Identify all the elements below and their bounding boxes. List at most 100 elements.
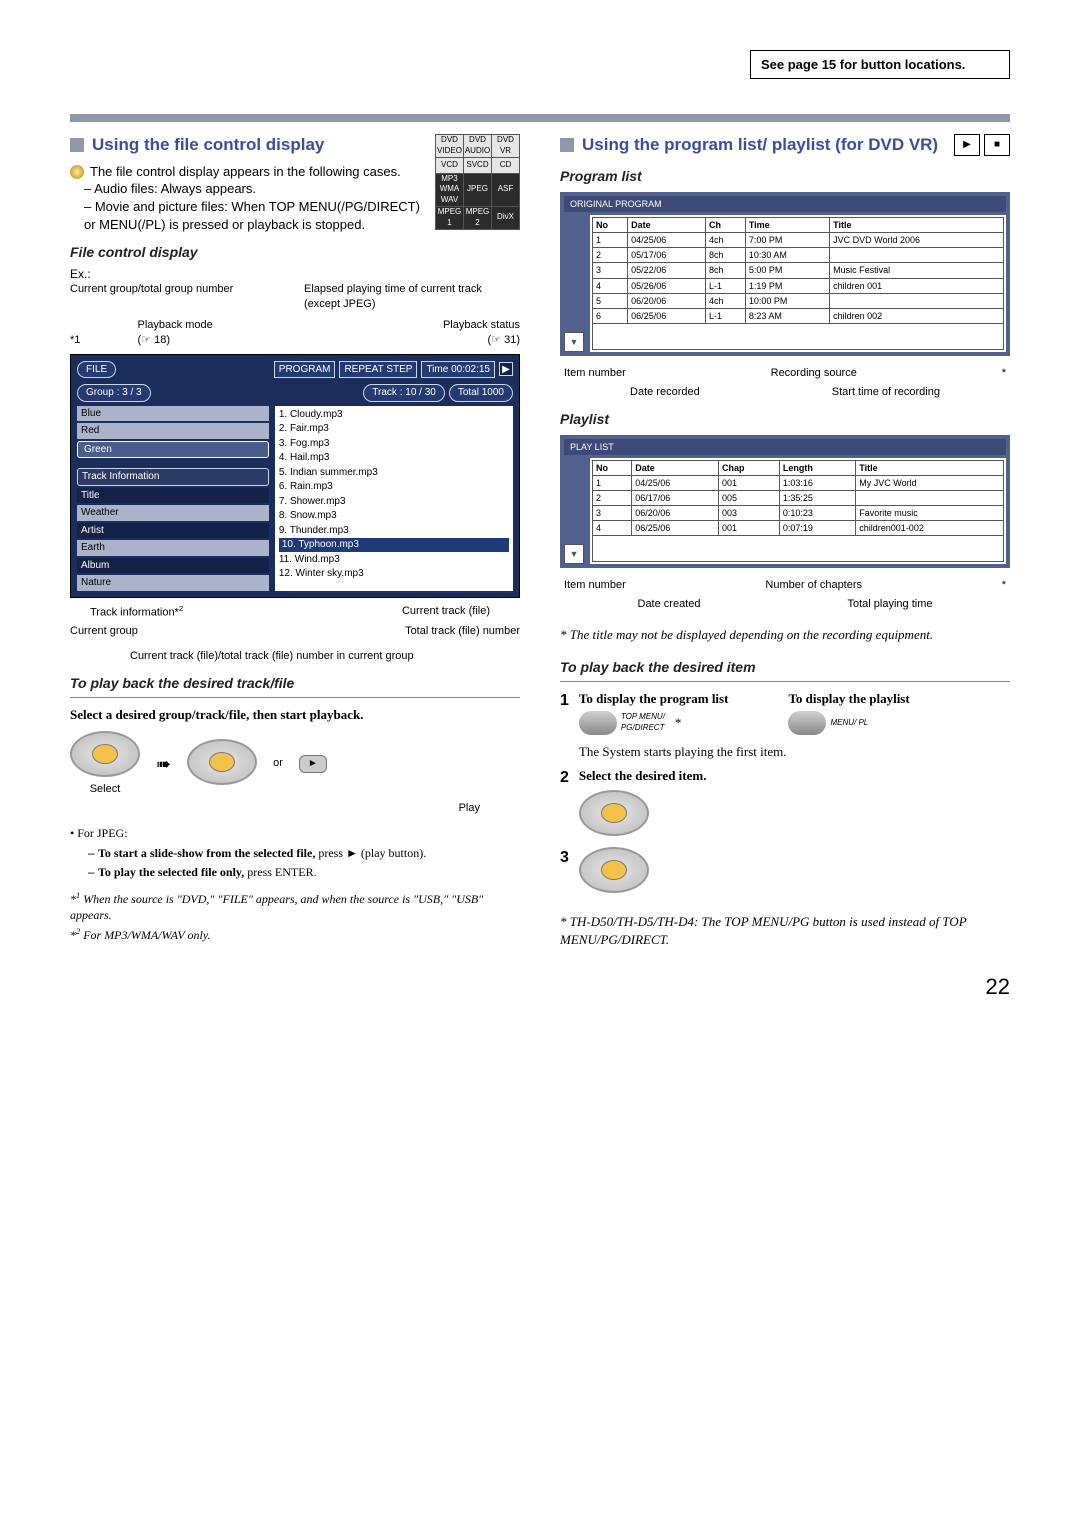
fd-repeat: REPEAT STEP (339, 361, 417, 379)
fmt-dvd-video: DVD VIDEO (436, 135, 464, 158)
play-desired-item-heading: To play back the desired item (560, 658, 1010, 677)
group-item-selected: Green (77, 441, 269, 459)
track-item-selected: 10. Typhoon.mp3 (279, 538, 509, 552)
col-ch: Ch (706, 217, 746, 232)
table-row: 506/20/064ch10:00 PM (593, 293, 1004, 308)
fmt-jpeg: JPEG (464, 173, 492, 206)
fmt-divx: DivX (492, 206, 520, 229)
table-row: 205/17/068ch10:30 AM (593, 248, 1004, 263)
track-item: 7. Shower.mp3 (279, 495, 509, 509)
scroll-down-icon: ▼ (564, 332, 584, 352)
jpeg-notes: • For JPEG: – To start a slide-show from… (70, 825, 520, 943)
track-info-row: Nature (77, 575, 269, 591)
annot-group-number: Current group/total group number (70, 282, 233, 312)
header-stripe (70, 114, 1010, 122)
col-date: Date (632, 460, 719, 475)
track-item: 5. Indian summer.mp3 (279, 466, 509, 480)
callout-star: * (1002, 366, 1006, 381)
select-play-diagram: Select ➠ or ► (70, 731, 520, 796)
track-info-header: Track Information (77, 468, 269, 486)
table-row: 606/25/06L-18:23 AMchildren 002 (593, 308, 1004, 323)
rule (560, 681, 1010, 682)
track-item: 2. Fair.mp3 (279, 422, 509, 436)
footnote-2: *2 For MP3/WMA/WAV only. (70, 926, 520, 943)
callout-date-created: Date created (638, 597, 701, 612)
callout-item-number: Item number (564, 578, 626, 593)
program-callouts-top: Item number Recording source * (564, 366, 1006, 381)
program-callouts-bottom: Date recorded Start time of recording (564, 385, 1006, 400)
step1-result: The System starts playing the first item… (579, 743, 1010, 761)
track-item: 4. Hail.mp3 (279, 451, 509, 465)
display-program-list-label: To display the program list (579, 690, 729, 708)
program-list-subhead: Program list (560, 167, 1010, 186)
annot-ratio: Current track (file)/total track (file) … (130, 649, 450, 664)
page-number: 22 (70, 974, 1010, 1000)
stop-icon: ■ (984, 134, 1010, 156)
playlist-subhead: Playlist (560, 410, 1010, 429)
display-playlist-label: To display the playlist (788, 690, 909, 708)
rule (70, 697, 520, 698)
track-info-row: Title (77, 488, 269, 504)
scroll-down-icon: ▼ (564, 544, 584, 564)
step-number: 1 (560, 690, 569, 712)
col-no: No (593, 460, 632, 475)
arrow-icon: ➠ (156, 752, 171, 776)
step-3: 3 (560, 847, 1010, 898)
playlist-title: PLAY LIST (564, 439, 1006, 455)
right-column: ▶ ■ Using the program list/ playlist (fo… (560, 134, 1010, 948)
fd-track-list: 1. Cloudy.mp3 2. Fair.mp3 3. Fog.mp3 4. … (275, 406, 513, 591)
callout-recording-source: Recording source (771, 366, 857, 381)
step-1: 1 To display the program list TOP MENU/ … (560, 690, 1010, 761)
callout-total-playing-time: Total playing time (847, 597, 932, 612)
fmt-svcd: SVCD (464, 157, 492, 173)
fmt-dvd-vr: DVD VR (492, 135, 520, 158)
fmt-cd: CD (492, 157, 520, 173)
playlist-panel: PLAY LIST ▼ No Date Chap Length Title (560, 435, 1010, 569)
track-item: 8. Snow.mp3 (279, 509, 509, 523)
file-control-display-heading: File control display (70, 243, 520, 262)
file-control-display-panel: FILE PROGRAM REPEAT STEP Time 00:02:15 ▶… (70, 354, 520, 598)
playlist-callouts-top: Item number Number of chapters * (564, 578, 1006, 593)
play-button-icon: ► (299, 755, 327, 773)
play-icon: ▶ (954, 134, 980, 156)
section-heading-program-list: Using the program list/ playlist (for DV… (560, 134, 954, 157)
dvd-vr-icons: ▶ ■ (954, 134, 1010, 156)
table-row: 104/25/064ch7:00 PMJVC DVD World 2006 (593, 233, 1004, 248)
track-item: 1. Cloudy.mp3 (279, 408, 509, 422)
blank-row (592, 536, 1004, 562)
step-2: 2 Select the desired item. (560, 767, 1010, 841)
table-row: 206/17/060051:35:25 (593, 490, 1004, 505)
track-item: 3. Fog.mp3 (279, 437, 509, 451)
annot-total-track: Total track (file) number (405, 624, 520, 639)
top-menu-label: TOP MENU/ PG/DIRECT (621, 712, 671, 734)
track-info-row: Artist (77, 523, 269, 539)
table-row: 305/22/068ch5:00 PMMusic Festival (593, 263, 1004, 278)
playlist-table: No Date Chap Length Title 104/25/060011:… (592, 460, 1004, 537)
format-badge-grid: DVD VIDEODVD AUDIODVD VR VCDSVCDCD MP3 W… (435, 134, 520, 230)
heading-bullet-icon (560, 138, 574, 152)
intro-text: The file control display appears in the … (90, 163, 401, 181)
fmt-mpeg1: MPEG 1 (436, 206, 464, 229)
col-time: Time (745, 217, 829, 232)
fd-track: Track : 10 / 30 (363, 384, 445, 402)
table-row: 104/25/060011:03:16My JVC World (593, 475, 1004, 490)
track-item: 6. Rain.mp3 (279, 480, 509, 494)
annot-elapsed-time: Elapsed playing time of current track (e… (304, 282, 520, 312)
jpeg-slideshow-bold: To start a slide-show from the selected … (98, 846, 315, 860)
group-item: Blue (77, 406, 269, 422)
track-item: 9. Thunder.mp3 (279, 524, 509, 538)
heading-bullet-icon (70, 138, 84, 152)
table-row: 406/25/060010:07:19children001-002 (593, 521, 1004, 536)
play-status-icon: ▶ (499, 362, 513, 376)
original-program-title: ORIGINAL PROGRAM (564, 196, 1006, 212)
dpad-icon (70, 731, 140, 777)
asterisk: * (675, 714, 682, 732)
col-length: Length (779, 460, 855, 475)
jpeg-single-bold: To play the selected file only, (98, 865, 244, 879)
track-info-row: Earth (77, 540, 269, 556)
jpeg-header: For JPEG: (77, 826, 127, 840)
col-no: No (593, 217, 628, 232)
track-item: 11. Wind.mp3 (279, 553, 509, 567)
callout-number-chapters: Number of chapters (765, 578, 862, 593)
title-display-note: * The title may not be displayed dependi… (560, 626, 1010, 644)
